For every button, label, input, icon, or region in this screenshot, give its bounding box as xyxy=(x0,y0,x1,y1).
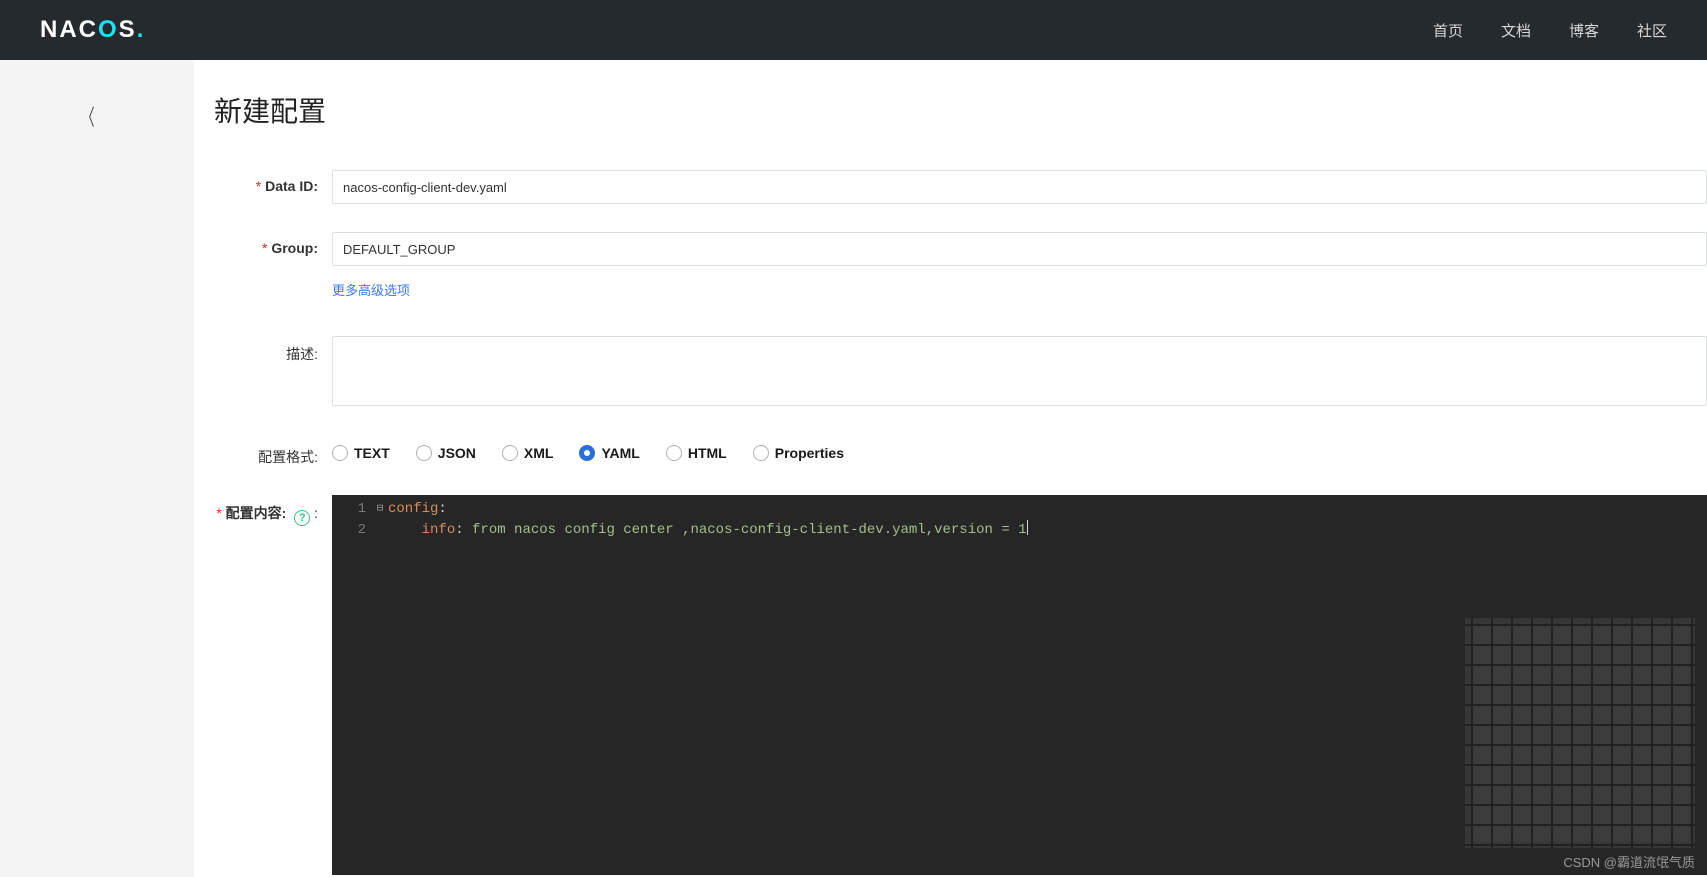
logo[interactable]: NACOS. xyxy=(40,16,145,44)
radio-html[interactable]: HTML xyxy=(666,445,727,461)
row-more-options: 更多高级选项 xyxy=(332,280,1707,300)
radio-label-html: HTML xyxy=(688,445,727,461)
code-text: info: from nacos config center ,nacos-co… xyxy=(388,520,1707,541)
help-icon[interactable]: ? xyxy=(294,510,310,526)
label-content: 配置内容: ? : xyxy=(214,495,332,526)
input-data-id[interactable] xyxy=(332,170,1707,204)
line-number: 2 xyxy=(332,520,372,541)
nav-blog[interactable]: 博客 xyxy=(1569,20,1599,41)
radio-label-xml: XML xyxy=(524,445,554,461)
radio-circle-icon xyxy=(666,445,682,461)
content-area: 新建配置 Data ID: Group: 更多高级选项 描述: 配置格式: xyxy=(194,60,1707,877)
radio-circle-icon xyxy=(416,445,432,461)
row-description: 描述: xyxy=(214,336,1707,411)
radio-circle-checked-icon xyxy=(579,445,595,461)
sidebar: 〈 xyxy=(0,60,194,877)
code-editor[interactable]: 1 ⊟ config: 2 info: from nacos config ce… xyxy=(332,495,1707,875)
textarea-description[interactable] xyxy=(332,336,1707,406)
main-layout: 〈 新建配置 Data ID: Group: 更多高级选项 描述: 配置格式: xyxy=(0,60,1707,877)
fold-gutter xyxy=(372,520,388,541)
radio-label-json: JSON xyxy=(438,445,476,461)
code-line: 1 ⊟ config: xyxy=(332,499,1707,520)
row-content: 配置内容: ? : 1 ⊟ config: 2 info: from nacos… xyxy=(214,495,1707,875)
row-group: Group: xyxy=(214,232,1707,266)
nav-home[interactable]: 首页 xyxy=(1433,20,1463,41)
app-header: NACOS. 首页 文档 博客 社区 xyxy=(0,0,1707,60)
radio-properties[interactable]: Properties xyxy=(753,445,844,461)
row-data-id: Data ID: xyxy=(214,170,1707,204)
radio-label-properties: Properties xyxy=(775,445,844,461)
nav-docs[interactable]: 文档 xyxy=(1501,20,1531,41)
row-format: 配置格式: TEXT JSON XML YAML xyxy=(214,439,1707,467)
radio-text[interactable]: TEXT xyxy=(332,445,390,461)
label-description: 描述: xyxy=(214,336,332,364)
nav-community[interactable]: 社区 xyxy=(1637,20,1667,41)
text-cursor-icon xyxy=(1027,520,1028,535)
radio-label-yaml: YAML xyxy=(601,445,639,461)
radio-circle-icon xyxy=(753,445,769,461)
logo-text: NACOS. xyxy=(40,16,145,44)
sidebar-collapse-icon[interactable]: 〈 xyxy=(81,100,94,132)
radio-label-text: TEXT xyxy=(354,445,390,461)
link-more-options[interactable]: 更多高级选项 xyxy=(332,283,410,298)
radio-circle-icon xyxy=(502,445,518,461)
radio-circle-icon xyxy=(332,445,348,461)
label-data-id: Data ID: xyxy=(214,170,332,194)
line-number: 1 xyxy=(332,499,372,520)
fold-toggle-icon[interactable]: ⊟ xyxy=(372,499,388,520)
code-text: config: xyxy=(388,499,1707,520)
label-format: 配置格式: xyxy=(214,439,332,467)
radio-xml[interactable]: XML xyxy=(502,445,554,461)
radio-group-format: TEXT JSON XML YAML HTML xyxy=(332,439,844,461)
page-title: 新建配置 xyxy=(214,90,1707,130)
label-group: Group: xyxy=(214,232,332,256)
code-line: 2 info: from nacos config center ,nacos-… xyxy=(332,520,1707,541)
radio-json[interactable]: JSON xyxy=(416,445,476,461)
radio-yaml[interactable]: YAML xyxy=(579,445,639,461)
primary-nav: 首页 文档 博客 社区 xyxy=(1433,20,1667,41)
input-group[interactable] xyxy=(332,232,1707,266)
